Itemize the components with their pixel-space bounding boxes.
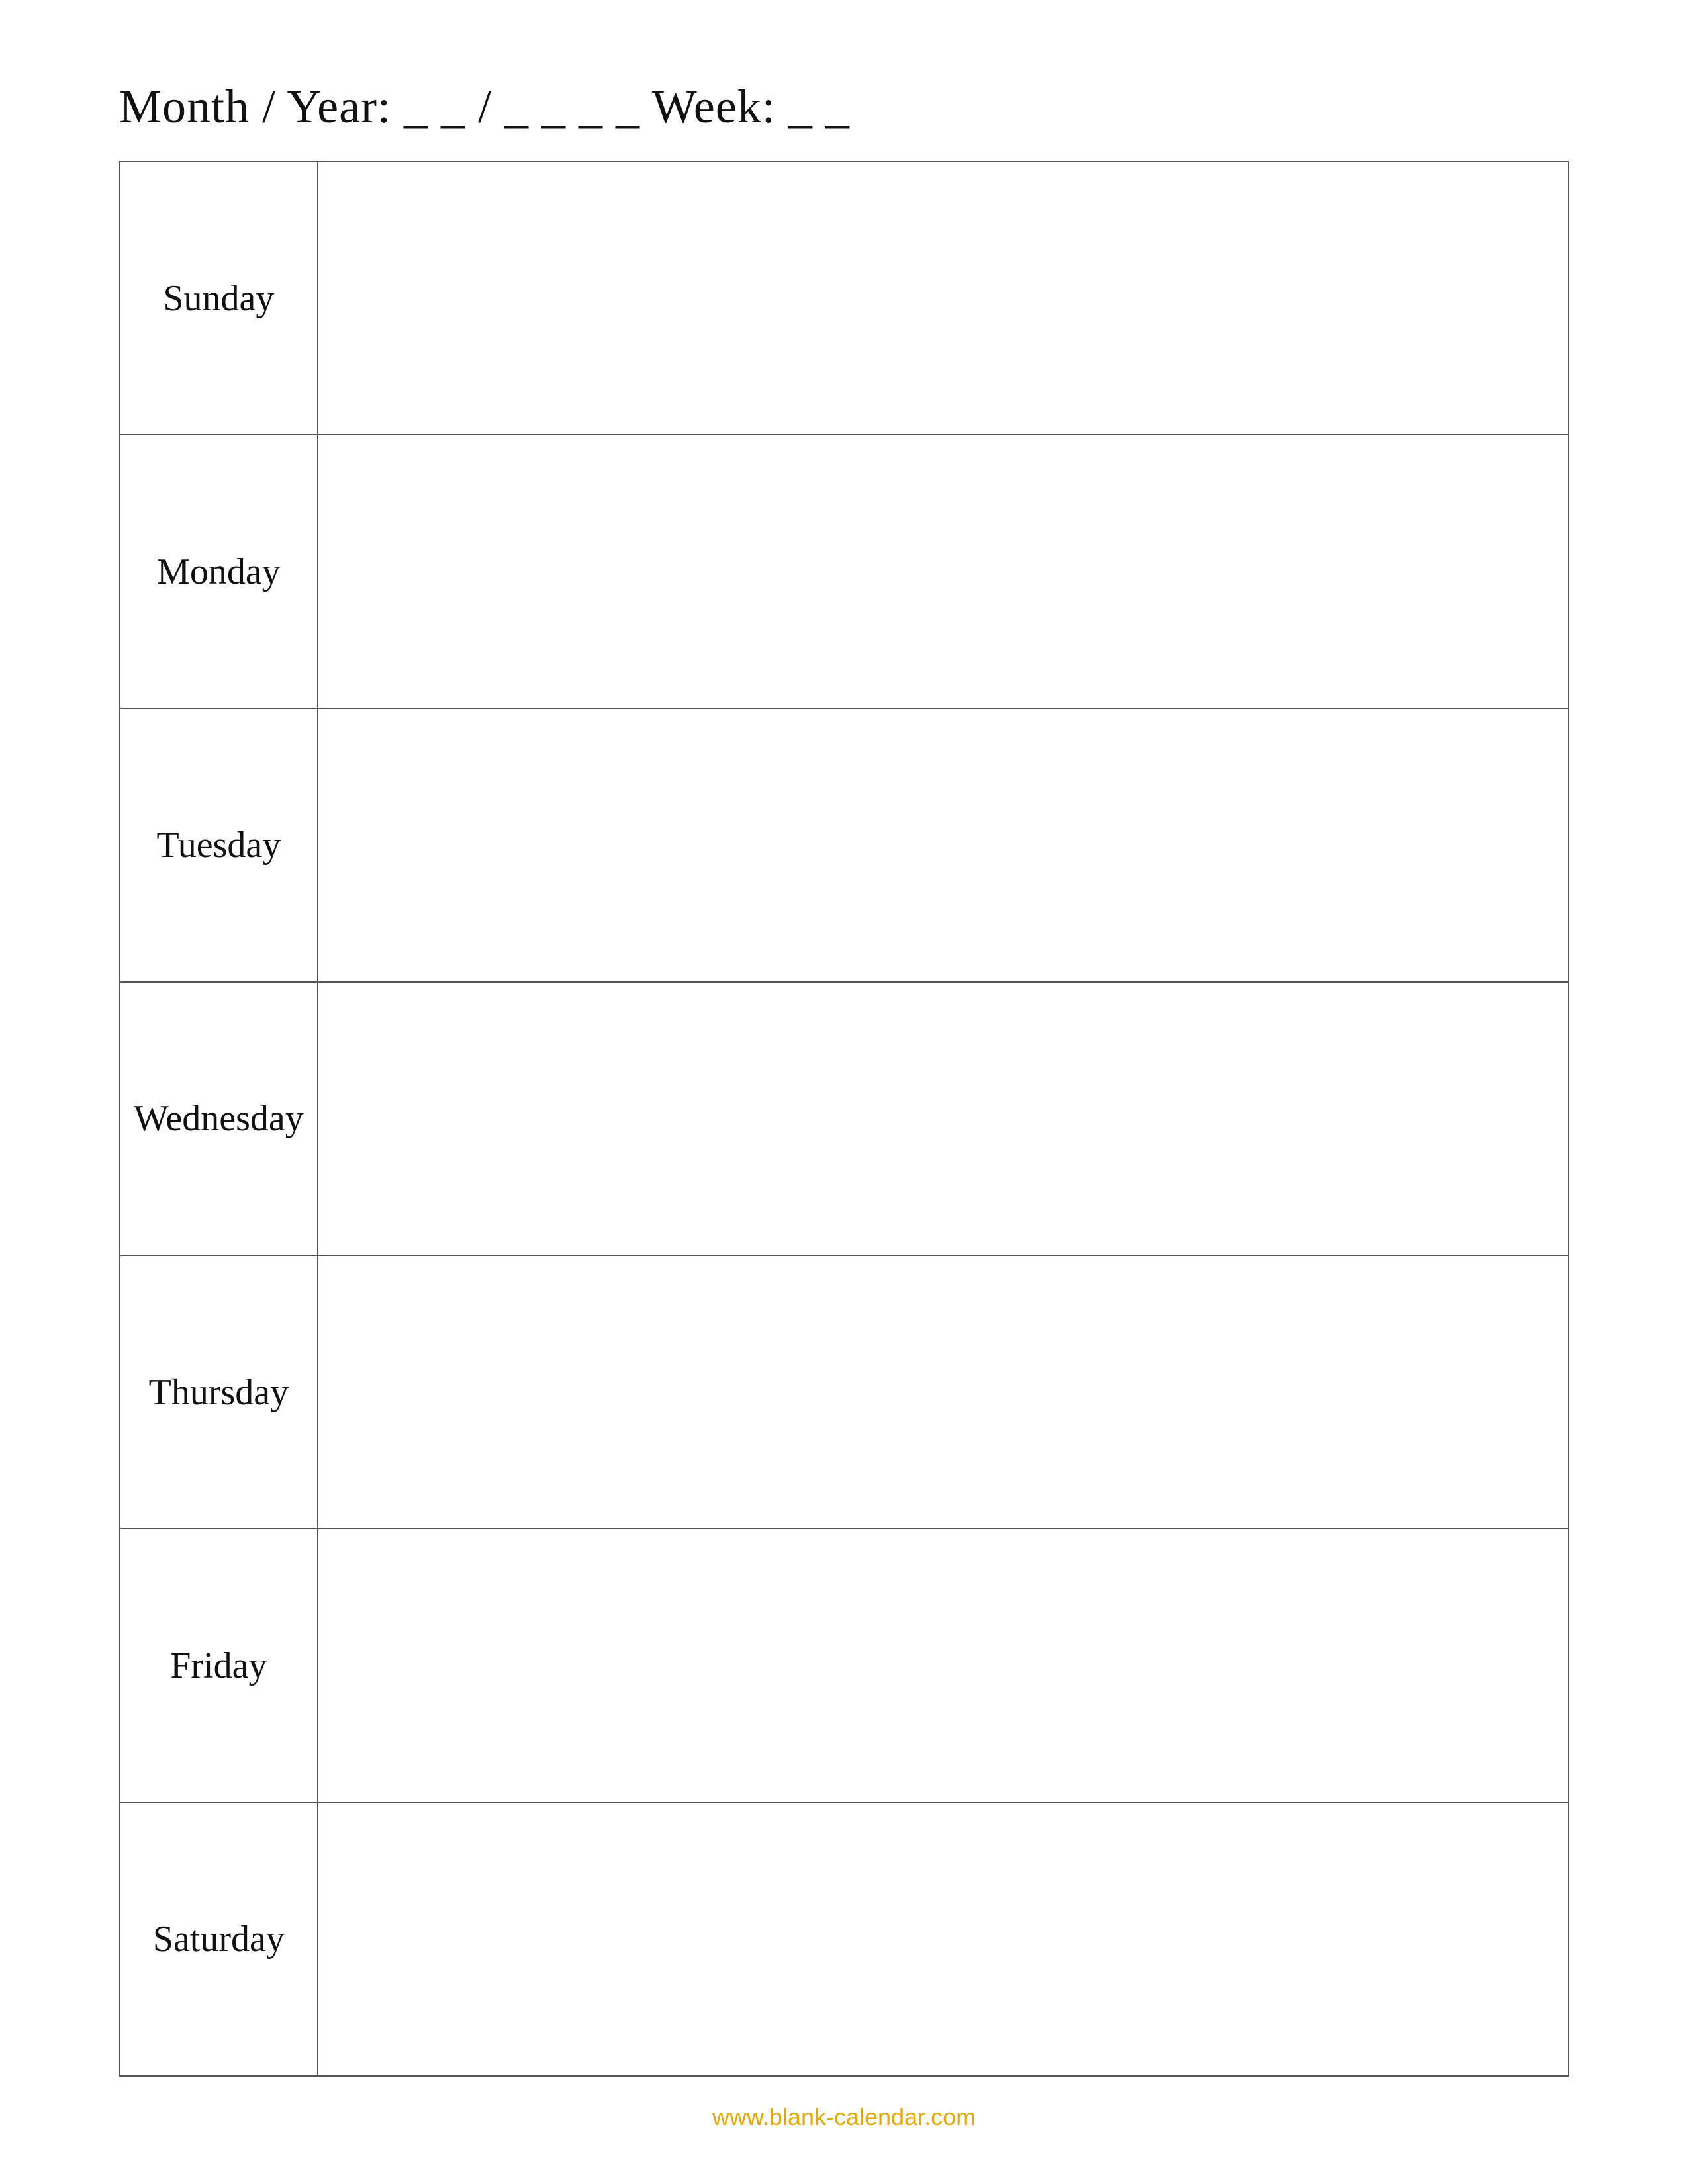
day-content-monday[interactable]	[318, 435, 1568, 708]
calendar-row: Sunday	[120, 161, 1568, 435]
calendar-row: Saturday	[120, 1803, 1568, 2076]
day-content-sunday[interactable]	[318, 161, 1568, 435]
calendar-header: Month / Year: _ _ / _ _ _ _ Week: _ _	[119, 79, 1569, 134]
header-title: Month / Year: _ _ / _ _ _ _ Week: _ _	[119, 80, 850, 133]
footer: www.blank-calendar.com	[712, 2103, 976, 2131]
day-content-friday[interactable]	[318, 1529, 1568, 1802]
calendar-row: Wednesday	[120, 982, 1568, 1255]
day-label-monday: Monday	[120, 435, 318, 708]
day-label-wednesday: Wednesday	[120, 982, 318, 1255]
day-content-wednesday[interactable]	[318, 982, 1568, 1255]
footer-url: www.blank-calendar.com	[712, 2103, 976, 2130]
day-label-saturday: Saturday	[120, 1803, 318, 2076]
calendar-row: Thursday	[120, 1255, 1568, 1529]
calendar-row: Friday	[120, 1529, 1568, 1802]
calendar-row: Tuesday	[120, 709, 1568, 982]
calendar-row: Monday	[120, 435, 1568, 708]
calendar-table: SundayMondayTuesdayWednesdayThursdayFrid…	[119, 161, 1569, 2077]
day-content-thursday[interactable]	[318, 1255, 1568, 1529]
day-content-saturday[interactable]	[318, 1803, 1568, 2076]
day-label-friday: Friday	[120, 1529, 318, 1802]
day-label-thursday: Thursday	[120, 1255, 318, 1529]
day-label-tuesday: Tuesday	[120, 709, 318, 982]
day-label-sunday: Sunday	[120, 161, 318, 435]
day-content-tuesday[interactable]	[318, 709, 1568, 982]
